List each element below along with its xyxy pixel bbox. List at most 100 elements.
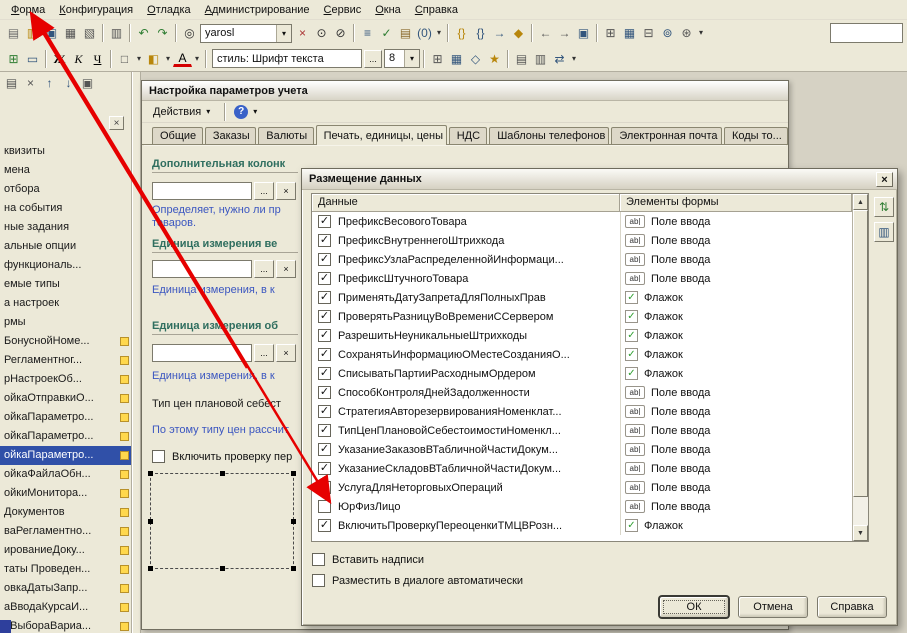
tree-item[interactable]: овкаДатыЗапр...: [0, 579, 131, 598]
tab-phone-templates[interactable]: Шаблоны телефонов: [489, 127, 610, 144]
settings-gear-icon[interactable]: ⊛: [677, 24, 696, 43]
clear-button[interactable]: ×: [276, 182, 296, 200]
clipboard-icon[interactable]: ▤: [396, 24, 415, 43]
menu-okna[interactable]: Окна: [368, 2, 408, 18]
chevron-down-icon[interactable]: ▾: [434, 24, 444, 43]
procedures-list-icon[interactable]: ≡: [358, 24, 377, 43]
align-left-icon[interactable]: ▤: [512, 49, 531, 68]
italic-icon[interactable]: К: [69, 49, 88, 68]
find-icon[interactable]: ◎: [180, 24, 199, 43]
row-checkbox[interactable]: ✓: [318, 215, 331, 228]
menu-forma[interactable]: Форма: [4, 2, 52, 18]
selection-handle[interactable]: [291, 519, 296, 524]
column-header-form-elements[interactable]: Элементы формы: [620, 194, 852, 212]
row-checkbox[interactable]: ✓: [318, 424, 331, 437]
chevron-down-icon[interactable]: ▾: [569, 49, 579, 68]
tree-item[interactable]: БонуснойНоме...: [0, 332, 131, 351]
menu-servis[interactable]: Сервис: [317, 2, 369, 18]
row-checkbox[interactable]: ✓: [318, 272, 331, 285]
style-input[interactable]: стиль: Шрифт текста: [212, 49, 362, 68]
row-checkbox[interactable]: ✓: [318, 310, 331, 323]
bookmark-icon[interactable]: ◆: [509, 24, 528, 43]
help-button[interactable]: Справка: [817, 596, 887, 618]
fill-color-icon[interactable]: ◧: [144, 49, 163, 68]
insert-field-icon[interactable]: ▭: [23, 49, 42, 68]
row-checkbox[interactable]: ✓: [318, 291, 331, 304]
move-down-icon[interactable]: ↓: [59, 74, 78, 93]
align-top-icon[interactable]: ▥: [531, 49, 550, 68]
field-input[interactable]: [152, 182, 252, 200]
vertical-scrollbar[interactable]: ▲ ▼: [852, 194, 868, 541]
syntax-check-icon[interactable]: ✓: [377, 24, 396, 43]
selection-handle[interactable]: [220, 471, 225, 476]
bold-icon[interactable]: Ж: [50, 49, 69, 68]
row-checkbox[interactable]: ✓: [318, 519, 331, 532]
tree-item[interactable]: ойкаПараметро...: [0, 408, 131, 427]
tab-print-units-prices[interactable]: Печать, единицы, цены: [315, 125, 447, 145]
tree-item[interactable]: мена: [0, 161, 131, 180]
row-checkbox[interactable]: ✓: [318, 386, 331, 399]
menu-administrirovanie[interactable]: Администрирование: [198, 2, 317, 18]
cancel-button[interactable]: Отмена: [738, 596, 808, 618]
sidebar-splitter[interactable]: [132, 72, 141, 633]
ellipsis-button[interactable]: ...: [254, 182, 274, 200]
selection-handle[interactable]: [148, 519, 153, 524]
table-row[interactable]: ✓ ПрименятьДатуЗапретаДляПолныхПрав ✓ Фл…: [312, 288, 852, 307]
scroll-down-icon[interactable]: ▼: [853, 525, 868, 541]
calculator-icon[interactable]: ⊟: [639, 24, 658, 43]
tab-order-icon[interactable]: ⇄: [550, 49, 569, 68]
selection-outline[interactable]: [148, 471, 296, 571]
close-icon[interactable]: ×: [876, 172, 893, 187]
search-next-icon[interactable]: ⊙: [312, 24, 331, 43]
window-title[interactable]: Настройка параметров учета: [142, 81, 788, 101]
new-document-icon[interactable]: ▤: [4, 24, 23, 43]
tree-item[interactable]: на события: [0, 199, 131, 218]
table-row[interactable]: ✓ УказаниеСкладовВТабличнойЧастиДокум...…: [312, 459, 852, 478]
column-header-data[interactable]: Данные: [312, 194, 620, 212]
tab-orders[interactable]: Заказы: [204, 127, 257, 144]
table-row[interactable]: ✓ СохранятьИнформациюОМестеСозданияО... …: [312, 345, 852, 364]
row-checkbox[interactable]: [318, 500, 331, 513]
print-icon[interactable]: ▦: [61, 24, 80, 43]
table-row[interactable]: ✓ ТипЦенПлановойСебестоимостиНоменкл... …: [312, 421, 852, 440]
wand-icon[interactable]: ★: [485, 49, 504, 68]
row-checkbox[interactable]: ✓: [318, 405, 331, 418]
dialog-title[interactable]: Размещение данных ×: [302, 169, 897, 190]
ellipsis-button[interactable]: ...: [254, 260, 274, 278]
row-checkbox[interactable]: ✓: [318, 329, 331, 342]
underline-icon[interactable]: Ч: [88, 49, 107, 68]
tree-item[interactable]: ные задания: [0, 218, 131, 237]
split-window-icon[interactable]: ⊞: [601, 24, 620, 43]
clear-button[interactable]: ×: [276, 344, 296, 362]
row-checkbox[interactable]: ✓: [318, 367, 331, 380]
tree-item[interactable]: а настроек: [0, 294, 131, 313]
chevron-down-icon[interactable]: ▾: [192, 49, 202, 68]
tree-item[interactable]: таты Проведен...: [0, 560, 131, 579]
tree-item[interactable]: Документов: [0, 503, 131, 522]
row-checkbox[interactable]: ✓: [318, 443, 331, 456]
tree-item[interactable]: аВыбораВариа...: [0, 617, 131, 633]
row-checkbox[interactable]: ✓: [318, 462, 331, 475]
row-checkbox[interactable]: ✓: [318, 234, 331, 247]
menu-konfiguratsiya[interactable]: Конфигурация: [52, 2, 140, 18]
table-row[interactable]: ✓ УказаниеЗаказовВТабличнойЧастиДокум...…: [312, 440, 852, 459]
open-module-icon[interactable]: ▣: [574, 24, 593, 43]
mark-all-button[interactable]: ⇅: [874, 197, 894, 217]
table-row[interactable]: ✓ СтратегияАвторезервированияНоменклат..…: [312, 402, 852, 421]
table-row[interactable]: ✓ ВключитьПроверкуПереоценкиТМЦВРозн... …: [312, 516, 852, 535]
row-checkbox[interactable]: ✓: [318, 481, 331, 494]
tree-item[interactable]: рмы: [0, 313, 131, 332]
font-size-combobox[interactable]: 8 ▾: [384, 49, 420, 68]
borders-icon[interactable]: □: [115, 49, 134, 68]
forward-icon[interactable]: →: [555, 24, 574, 43]
print-preview-icon[interactable]: ▧: [80, 24, 99, 43]
globe-icon[interactable]: ⊚: [658, 24, 677, 43]
insert-control-icon[interactable]: ⊞: [4, 49, 23, 68]
tree-item[interactable]: аВводаКурсаИ...: [0, 598, 131, 617]
chevron-down-icon[interactable]: ▾: [253, 107, 257, 116]
tree-item[interactable]: рНастроекОб...: [0, 370, 131, 389]
table-icon[interactable]: ▦: [620, 24, 639, 43]
menu-spravka[interactable]: Справка: [408, 2, 465, 18]
panel-close-icon[interactable]: ×: [21, 74, 40, 93]
redo-icon[interactable]: ↷: [153, 24, 172, 43]
